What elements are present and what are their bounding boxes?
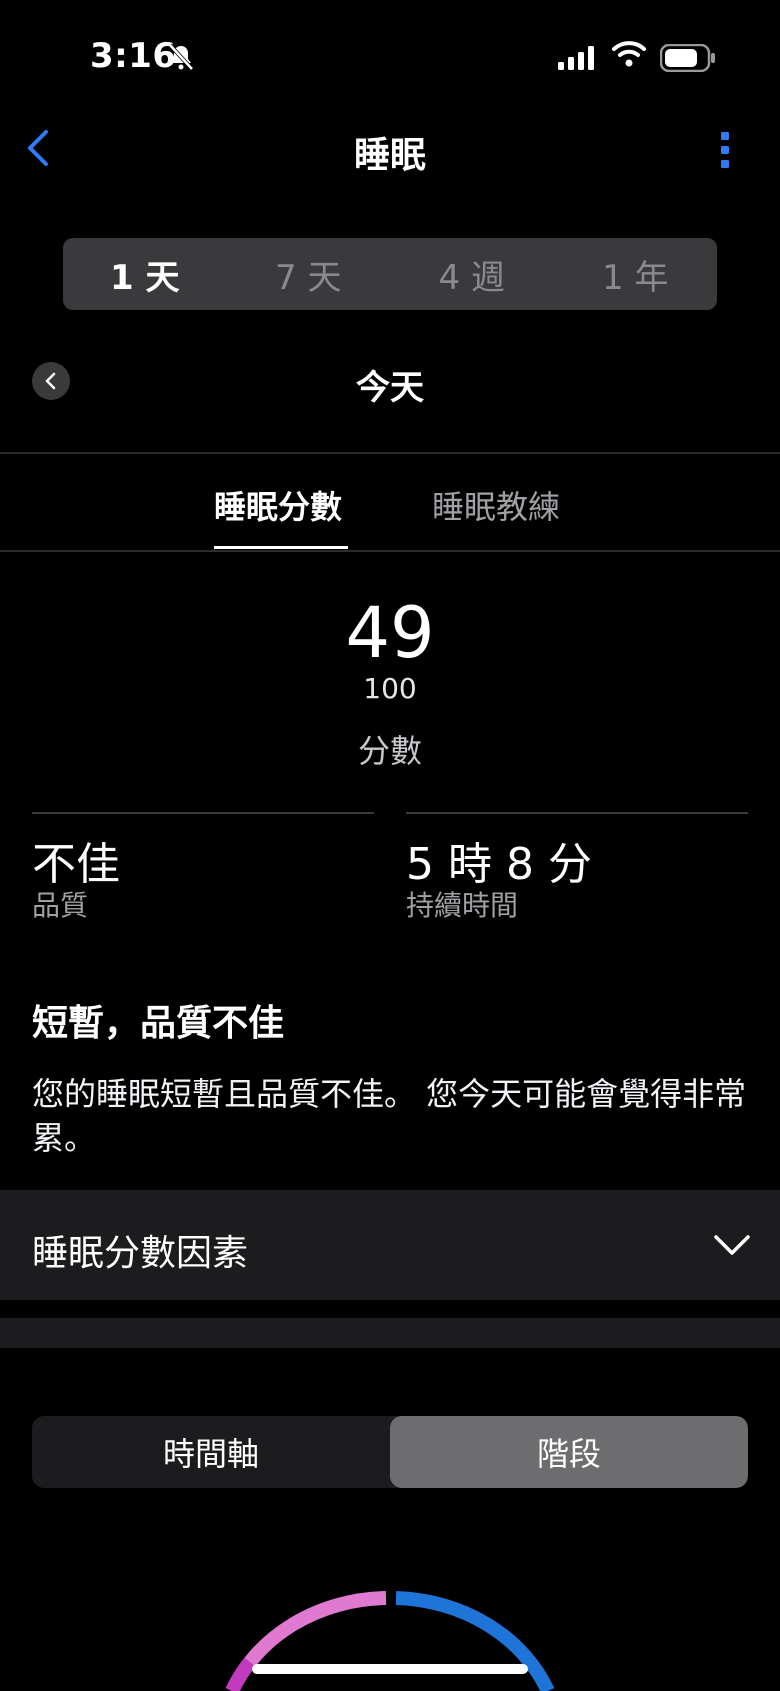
sleep-score-value: 49 <box>345 592 435 674</box>
battery-icon <box>660 44 715 72</box>
quality-label: 品質 <box>32 889 89 922</box>
divider <box>32 812 374 814</box>
page-title: 睡眠 <box>353 135 426 176</box>
status-time: 3:16 <box>90 36 177 76</box>
quality-value: 不佳 <box>32 839 120 890</box>
tab-sleep-coach[interactable]: 睡眠教練 <box>432 482 560 528</box>
active-tab-indicator <box>214 546 348 549</box>
wifi-icon <box>612 41 646 67</box>
sleep-score-max: 100 <box>363 672 417 705</box>
period-7-days[interactable]: 7 天 <box>227 238 391 310</box>
tab-sleep-score[interactable]: 睡眠分數 <box>214 482 342 528</box>
divider <box>0 550 780 552</box>
summary-body: 您的睡眠短暫且品質不佳。 您今天可能會覺得非常累。 <box>32 1075 747 1157</box>
view-toggle: 時間軸 階段 <box>32 1416 748 1488</box>
period-1-day[interactable]: 1 天 <box>63 238 227 310</box>
home-indicator[interactable] <box>252 1664 528 1674</box>
sleep-score-factors-label: 睡眠分數因素 <box>32 1233 249 1274</box>
summary-title: 短暫，品質不佳 <box>32 1003 285 1044</box>
divider <box>406 812 748 814</box>
duration-label: 持續時間 <box>406 889 519 922</box>
date-label: 今天 <box>356 368 424 408</box>
timeline-view-button[interactable]: 時間軸 <box>32 1416 390 1488</box>
duration-value: 5 時 8 分 <box>406 839 592 890</box>
period-1-year[interactable]: 1 年 <box>554 238 718 310</box>
sleep-stages-ring <box>225 1591 555 1691</box>
silent-bell-icon <box>168 43 194 71</box>
section-separator <box>0 1318 780 1348</box>
cellular-signal-icon <box>558 46 594 70</box>
period-selector: 1 天 7 天 4 週 1 年 <box>63 238 717 310</box>
more-options-icon[interactable] <box>720 128 730 172</box>
stages-view-button[interactable]: 階段 <box>390 1416 748 1488</box>
divider <box>0 452 780 454</box>
sleep-score-label: 分數 <box>357 732 422 770</box>
chevron-down-icon <box>714 1235 750 1255</box>
period-4-weeks[interactable]: 4 週 <box>390 238 554 310</box>
